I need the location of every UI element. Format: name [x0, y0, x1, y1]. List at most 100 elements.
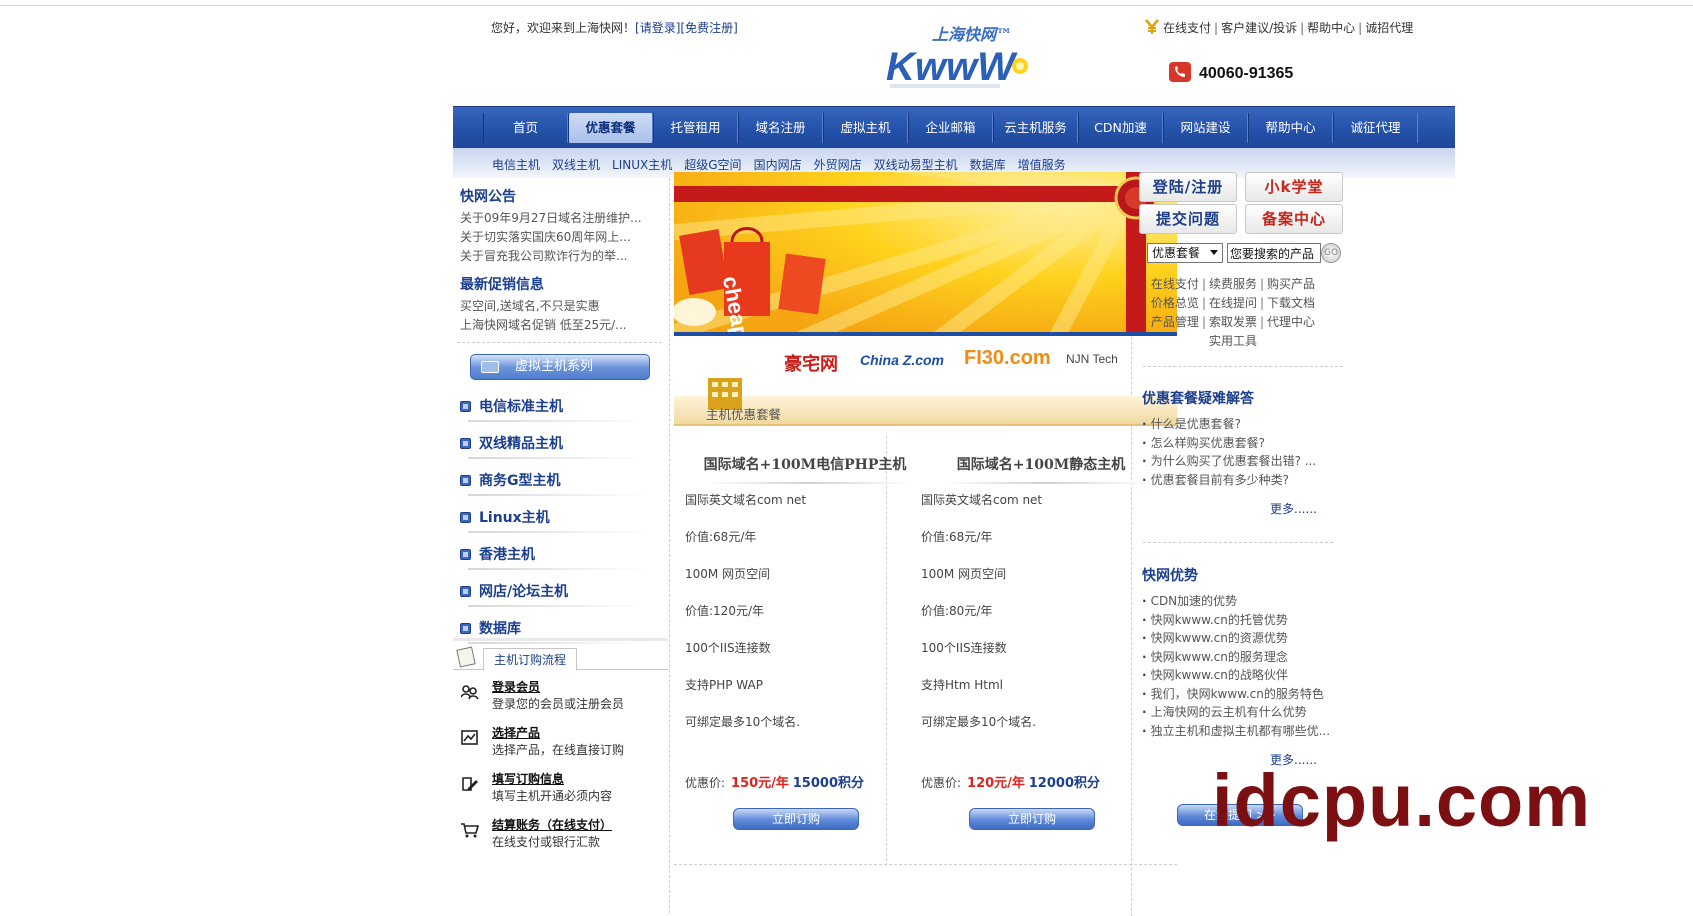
chart-icon	[461, 730, 479, 746]
submit-question-button[interactable]: 提交问题	[1139, 204, 1237, 234]
site-logo[interactable]: 上海快网™ KwwW	[886, 18, 1036, 96]
chevron-down-icon	[1210, 250, 1218, 255]
order-now-button[interactable]: 立即订购	[733, 808, 859, 830]
column-divider	[669, 178, 670, 913]
icp-center-button[interactable]: 备案中心	[1245, 204, 1343, 234]
faq-list: 什么是优惠套餐? 怎么样购买优惠套餐? 为什么购买了优惠套餐出错? ... 优惠…	[1142, 415, 1317, 490]
category-business-g[interactable]: 商务G型主机	[460, 470, 650, 496]
partner-logo-njn[interactable]: NJN Tech	[1066, 352, 1118, 366]
tab-order-flow[interactable]: 主机订购流程	[483, 648, 577, 671]
quick-link[interactable]: 代理中心	[1267, 315, 1315, 329]
faq-item[interactable]: 什么是优惠套餐?	[1142, 415, 1316, 434]
quick-link[interactable]: 下载文档	[1267, 296, 1315, 310]
faq-item[interactable]: 优惠套餐目前有多少种类?	[1142, 471, 1316, 490]
main-nav: 首页 优惠套餐 托管租用 域名注册 虚拟主机 企业邮箱 云主机服务 CDN加速 …	[453, 106, 1455, 148]
phone-number: 40060-91365	[1199, 65, 1294, 82]
subnav-dongyi[interactable]: 双线动易型主机	[874, 156, 958, 173]
category-shop-forum[interactable]: 网店/论坛主机	[460, 581, 650, 607]
faq-item[interactable]: 怎么样购买优惠套餐?	[1142, 434, 1316, 453]
subnav-value-added[interactable]: 增值服务	[1018, 156, 1066, 173]
nav-item-domain[interactable]: 域名注册	[738, 113, 823, 143]
advantage-item[interactable]: 快网kwww.cn的托管优势	[1142, 611, 1330, 630]
nav-item-website[interactable]: 网站建设	[1163, 113, 1248, 143]
nav-item-cdn[interactable]: CDN加速	[1078, 113, 1163, 143]
partner-logo-haozhai[interactable]: 豪宅网	[784, 350, 838, 376]
vhost-series-button[interactable]: 虚拟主机系列	[470, 354, 650, 380]
quick-link[interactable]: 购买产品	[1267, 277, 1315, 291]
subnav-telecom[interactable]: 电信主机	[492, 156, 540, 173]
nav-item-agent[interactable]: 诚征代理	[1333, 113, 1418, 143]
step-desc: 在线支付或银行汇款	[492, 835, 601, 849]
partner-logo-chinaz[interactable]: China Z.com	[860, 352, 944, 368]
step-title[interactable]: 结算账务（在线支付）	[492, 816, 612, 833]
package-feature: 价值:80元/年	[921, 604, 993, 618]
search-category-select[interactable]: 优惠套餐	[1147, 243, 1223, 263]
search-go-button[interactable]: GO	[1321, 243, 1341, 263]
advantage-item[interactable]: 快网kwww.cn的资源优势	[1142, 629, 1330, 648]
subnav-database[interactable]: 数据库	[970, 156, 1006, 173]
category-telecom[interactable]: 电信标准主机	[460, 396, 650, 422]
package-feature: 100M 网页空间	[921, 567, 1007, 581]
top-link-agent[interactable]: 诚招代理	[1365, 21, 1413, 35]
partner-logo-fi30[interactable]: FI30.com	[964, 347, 1051, 370]
advantage-item[interactable]: 我们，快网kwww.cn的服务特色	[1142, 685, 1330, 704]
top-link-feedback[interactable]: 客户建议/投诉	[1221, 21, 1297, 35]
advantage-item[interactable]: CDN加速的优势	[1142, 592, 1330, 611]
nav-item-home[interactable]: 首页	[483, 113, 568, 143]
quick-link[interactable]: 产品管理	[1151, 315, 1199, 329]
step-desc: 填写主机开通必须内容	[492, 789, 613, 803]
step-title[interactable]: 选择产品	[492, 724, 540, 741]
advantage-item[interactable]: 独立主机和虚拟主机都有哪些优...	[1142, 722, 1330, 741]
bullet-icon	[460, 586, 471, 597]
top-link-help[interactable]: 帮助中心	[1307, 21, 1355, 35]
category-label: Linux主机	[479, 510, 550, 526]
search-input[interactable]	[1227, 243, 1321, 263]
subnav-supergspace[interactable]: 超级G空间	[684, 156, 741, 173]
quick-link[interactable]: 续费服务	[1209, 277, 1257, 291]
nav-item-cloud[interactable]: 云主机服务	[993, 113, 1078, 143]
category-linux[interactable]: Linux主机	[460, 507, 650, 533]
subnav-linux[interactable]: LINUX主机	[612, 156, 672, 173]
subnav-foreign-shop[interactable]: 外贸网店	[814, 156, 862, 173]
quick-link[interactable]: 在线提问	[1209, 296, 1257, 310]
nav-item-vhost[interactable]: 虚拟主机	[823, 113, 908, 143]
advantage-item[interactable]: 快网kwww.cn的服务理念	[1142, 648, 1330, 667]
top-link-pay[interactable]: 在线支付	[1163, 21, 1211, 35]
news-item[interactable]: 关于09年9月27日域名注册维护...	[460, 209, 665, 228]
category-label: 香港主机	[479, 547, 535, 563]
category-dual[interactable]: 双线精品主机	[460, 433, 650, 459]
nav-item-hosting[interactable]: 托管租用	[653, 113, 738, 143]
login-register-button[interactable]: 登陆/注册	[1139, 172, 1237, 202]
order-now-button[interactable]: 立即订购	[969, 808, 1095, 830]
bullet-icon	[460, 623, 471, 634]
step-title[interactable]: 填写订购信息	[492, 770, 564, 787]
category-hongkong[interactable]: 香港主机	[460, 544, 650, 570]
quick-link[interactable]: 在线支付	[1151, 277, 1199, 291]
nav-item-packages[interactable]: 优惠套餐	[568, 113, 653, 143]
faq-more-link[interactable]: 更多......	[1270, 500, 1317, 517]
nav-item-help[interactable]: 帮助中心	[1248, 113, 1333, 143]
welcome-bar: 您好，欢迎来到上海快网！[请登录][免费注册]	[491, 19, 738, 36]
subnav-domestic-shop[interactable]: 国内网店	[754, 156, 802, 173]
subnav-dual[interactable]: 双线主机	[552, 156, 600, 173]
news-item[interactable]: 关于切实落实国庆60周年网上...	[460, 228, 665, 247]
faq-item[interactable]: 为什么购买了优惠套餐出错? ...	[1142, 452, 1317, 471]
promo-item[interactable]: 买空间,送域名,不只是实惠	[460, 297, 665, 316]
quick-link[interactable]: 实用工具	[1209, 334, 1257, 348]
login-link[interactable]: [请登录]	[635, 21, 680, 35]
order-flow-tabbar: 主机订购流程	[453, 644, 668, 671]
quick-link[interactable]: 索取发票	[1209, 315, 1257, 329]
quick-links: 在线支付 | 续费服务 | 购买产品 价格总览 | 在线提问 | 下载文档 产品管理 | 索取发票 |…	[1150, 277, 1316, 348]
news-item[interactable]: 关于冒充我公司欺诈行为的举...	[460, 247, 665, 266]
nav-item-mail[interactable]: 企业邮箱	[908, 113, 993, 143]
promo-item[interactable]: 上海快网域名促销 低至25元/...	[460, 316, 665, 335]
step-title[interactable]: 登录会员	[492, 678, 540, 695]
promo-title: 最新促销信息	[460, 277, 544, 293]
advantage-item[interactable]: 快网kwww.cn的战略伙伴	[1142, 666, 1330, 685]
quick-link[interactable]: 价格总览	[1151, 296, 1199, 310]
package-feature: 可绑定最多10个域名.	[921, 715, 1037, 729]
k-school-button[interactable]: 小k学堂	[1245, 172, 1343, 202]
register-link[interactable]: [免费注册]	[680, 21, 737, 35]
advantage-item[interactable]: 上海快网的云主机有什么优势	[1142, 703, 1330, 722]
package-feature: 100个IIS连接数	[921, 641, 1007, 655]
